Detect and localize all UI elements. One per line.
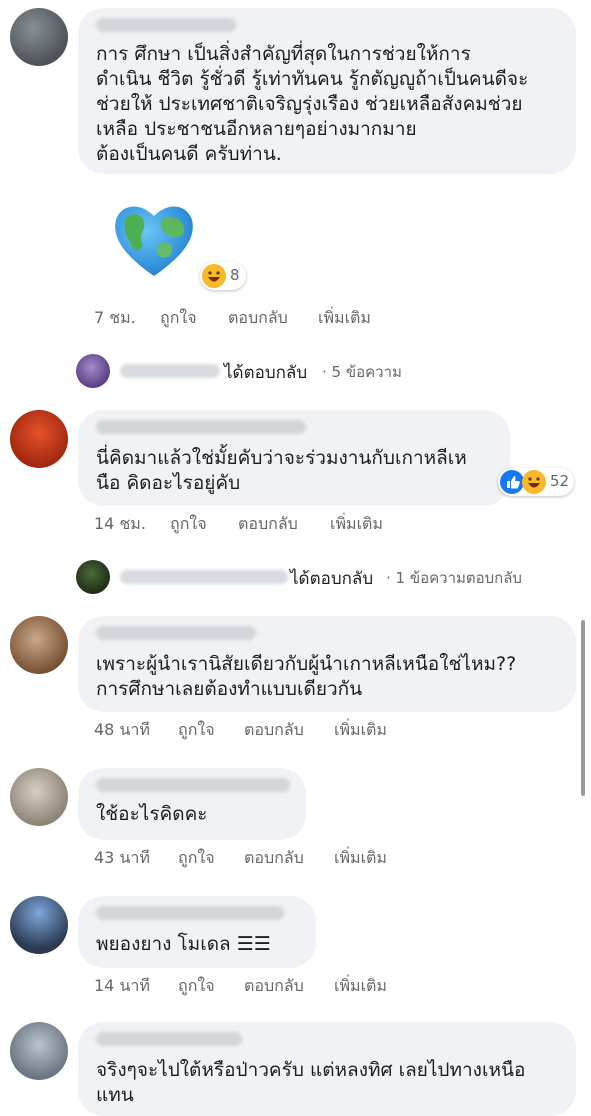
comment-bubble: จริงๆจะไปใต้หรือป่าวครับ แต่หลงทิศ เลยไป… (78, 1022, 576, 1116)
comment-text: ใช้อะไรคิดคะ (96, 803, 208, 825)
comment-bubble: เพราะผู้นำเรานิสัยเดียวกับผู้นำเกาหลีเหน… (78, 616, 576, 712)
comment-text: ต้องเป็นคนดี ครับท่าน. (96, 143, 282, 165)
like-button[interactable]: ถูกใจ (160, 306, 197, 331)
comment-text: แทน (96, 1084, 134, 1106)
comment-text: พยองยาง โมเดล ☰☰ (96, 933, 271, 955)
comment-text: การศึกษาเลยต้องทำแบบเดียวกัน (96, 678, 363, 700)
replied-label: ได้ตอบกลับ (224, 363, 308, 383)
replier-avatar (76, 560, 110, 594)
comment-text: นือ คิดอะไรอยู่คับ (96, 472, 241, 494)
comment-bubble: การ ศึกษา เป็นสิ่งสำคัญที่สุดในการช่วยให… (78, 8, 576, 174)
commenter-avatar[interactable] (10, 410, 68, 468)
commenter-avatar[interactable] (10, 616, 68, 674)
reaction-summary[interactable]: 52 (498, 468, 574, 496)
reaction-summary[interactable]: 8 (200, 262, 246, 290)
comment-bubble: พยองยาง โมเดล ☰☰ (78, 896, 316, 968)
earth-heart-sticker (112, 200, 196, 278)
comment-text: ช่วยให้ ประเทศชาติเจริญรุ่งเรือง ช่วยเหล… (96, 93, 523, 115)
author-name-blurred[interactable] (96, 626, 256, 640)
author-name-blurred[interactable] (96, 18, 236, 32)
scrollbar[interactable] (581, 620, 585, 796)
commenter-avatar[interactable] (10, 1022, 68, 1080)
timestamp[interactable]: 7 ชม. (94, 306, 136, 331)
comment-bubble: นี่คิดมาแล้วใช่มั้ยคับว่าจะร่วมงานกับเกา… (78, 410, 510, 506)
comment-text: นี่คิดมาแล้วใช่มั้ยคับว่าจะร่วมงานกับเกา… (96, 447, 467, 469)
more-button[interactable]: เพิ่มเติม (334, 846, 387, 871)
comment-text: เหลือ ประชาชนอีกหลายๆอย่างมากมาย (96, 118, 417, 140)
commenter-avatar[interactable] (10, 768, 68, 826)
replier-name-blurred (120, 364, 220, 378)
reply-button[interactable]: ตอบกลับ (244, 718, 304, 743)
timestamp[interactable]: 43 นาที (94, 846, 150, 871)
comment-text: จริงๆจะไปใต้หรือป่าวครับ แต่หลงทิศ เลยไป… (96, 1059, 526, 1081)
comment-text: การ ศึกษา เป็นสิ่งสำคัญที่สุดในการช่วยให… (96, 43, 471, 65)
like-button[interactable]: ถูกใจ (178, 846, 215, 871)
reply-button[interactable]: ตอบกลับ (244, 974, 304, 999)
commenter-avatar[interactable] (10, 8, 68, 66)
like-button[interactable]: ถูกใจ (170, 512, 207, 537)
like-button[interactable]: ถูกใจ (178, 974, 215, 999)
replier-name-blurred (120, 570, 288, 584)
more-button[interactable]: เพิ่มเติม (318, 306, 371, 331)
more-button[interactable]: เพิ่มเติม (330, 512, 383, 537)
timestamp[interactable]: 14 นาที (94, 974, 150, 999)
author-name-blurred[interactable] (96, 906, 284, 920)
like-emoji-icon (500, 470, 524, 494)
timestamp[interactable]: 48 นาที (94, 718, 150, 743)
like-button[interactable]: ถูกใจ (178, 718, 215, 743)
timestamp[interactable]: 14 ชม. (94, 512, 146, 537)
reply-button[interactable]: ตอบกลับ (238, 512, 298, 537)
more-button[interactable]: เพิ่มเติม (334, 974, 387, 999)
view-replies-link[interactable]: ได้ตอบกลับ · 1 ข้อความตอบกลับ (76, 560, 576, 594)
replier-avatar (76, 354, 110, 388)
view-replies-link[interactable]: ได้ตอบกลับ · 5 ข้อความ (76, 354, 556, 388)
haha-emoji-icon (522, 470, 546, 494)
author-name-blurred[interactable] (96, 1032, 242, 1046)
comment-text: ดำเนิน ชีวิต รู้ชั่วดี รู้เท่าทันคน รู้ก… (96, 68, 529, 90)
reply-button[interactable]: ตอบกลับ (244, 846, 304, 871)
more-button[interactable]: เพิ่มเติม (334, 718, 387, 743)
reply-button[interactable]: ตอบกลับ (228, 306, 288, 331)
comment-text: เพราะผู้นำเรานิสัยเดียวกับผู้นำเกาหลีเหน… (96, 653, 517, 675)
reply-count: · 1 ข้อความตอบกลับ (386, 569, 522, 587)
haha-emoji-icon (202, 264, 226, 288)
author-name-blurred[interactable] (96, 420, 306, 434)
reaction-count: 52 (550, 472, 570, 490)
author-name-blurred[interactable] (96, 778, 290, 792)
comment-bubble: ใช้อะไรคิดคะ (78, 768, 306, 840)
reaction-count: 8 (230, 266, 240, 284)
commenter-avatar[interactable] (10, 896, 68, 954)
replied-label: ได้ตอบกลับ (290, 569, 374, 589)
reply-count: · 5 ข้อความ (322, 363, 402, 381)
